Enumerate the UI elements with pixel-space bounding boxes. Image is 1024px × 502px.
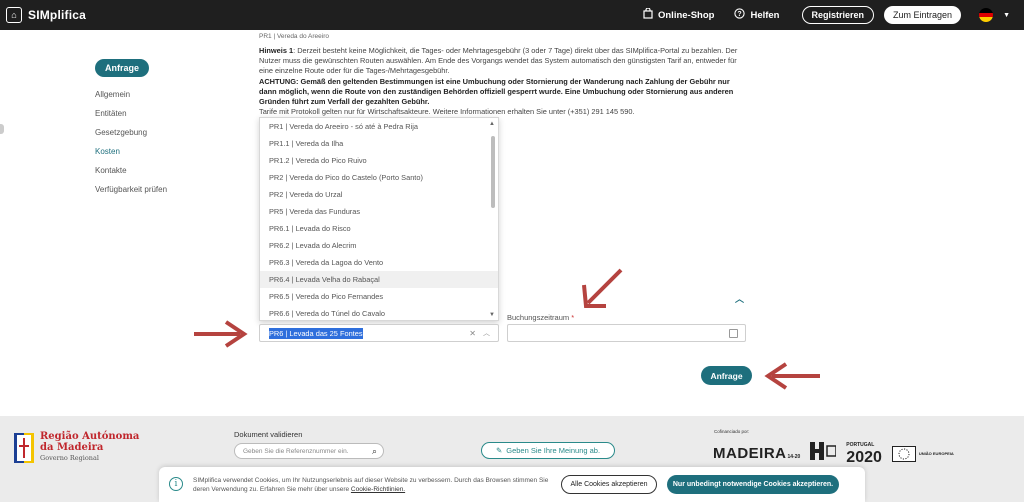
route-option[interactable]: PR2 | Vereda do Urzal [260,186,498,203]
help-icon: ? [734,8,746,22]
regional-government-name: Região Autónoma da Madeira Governo Regio… [40,431,140,462]
logo-text: SIMplifica [28,8,87,22]
login-button[interactable]: Zum Eintragen [884,6,962,24]
cofinanced-label: Cofinanciado por: [714,429,750,434]
register-button[interactable]: Registrieren [801,6,875,24]
scroll-up-icon[interactable]: ▲ [489,121,495,127]
attention-text: ACHTUNG: Gemäß den geltenden Bestimmunge… [259,76,734,107]
info-text-block: PR1 | Vereda do Areeiro Hinweis 1: Derze… [259,33,749,117]
route-option[interactable]: PR6.2 | Levada do Alecrim [260,237,498,254]
hint-text: : Derzeit besteht keine Möglichkeit, die… [259,46,738,76]
dropdown-scrollbar-thumb[interactable] [491,136,495,208]
route-option[interactable]: PR1.2 | Vereda do Pico Ruivo [260,152,498,169]
route-option[interactable]: PR6.1 | Levada do Risco [260,220,498,237]
attention-paragraph: ACHTUNG: Gemäß den geltenden Bestimmunge… [259,77,749,108]
reference-number-input[interactable]: Geben Sie die Referenznummer ein. ⌕ [234,443,384,459]
feedback-label: Geben Sie Ihre Meinung ab. [506,446,601,455]
top-navigation-bar: ⌂ SIMplifica Online-Shop ? Helfen Regist… [0,0,1024,30]
european-union-logo: UNIÃO EUROPEIA [891,445,954,462]
annotation-arrow-down-left-icon [582,268,623,308]
cookie-banner: i SIMplifica verwendet Cookies, um Ihr N… [159,467,865,502]
route-select-input[interactable]: PR6 | Levada das 25 Fontes ✕ ︿ [259,324,499,342]
route-option[interactable]: PR6.3 | Vereda da Lagoa do Vento [260,254,498,271]
sidebar-item-anfrage[interactable]: Anfrage [95,59,150,77]
language-chevron-icon[interactable]: ▼ [1003,12,1010,19]
collapse-chevron-up-icon[interactable]: ︿ [735,292,744,305]
logo-icon: ⌂ [6,7,22,23]
sidebar-item-allgemein[interactable]: Allgemein [95,85,167,104]
scroll-down-icon[interactable]: ▼ [489,312,495,318]
info-icon: i [169,477,183,491]
route-option[interactable]: PR2 | Vereda do Pico do Castelo (Porto S… [260,169,498,186]
shopping-bag-icon [643,7,653,22]
main-content: Anfrage Allgemein Entitäten Gesetzgebung… [0,30,1024,416]
route-option-hovered[interactable]: PR6.4 | Levada Velha do Rabaçal [260,271,498,288]
sidebar-item-entitaeten[interactable]: Entitäten [95,104,167,123]
required-mark: * [571,313,575,322]
route-option[interactable]: PR1 | Vereda do Areeiro - só até à Pedra… [260,118,498,135]
route-option[interactable]: PR1.1 | Vereda da Ilha [260,135,498,152]
sidebar-item-kontakte[interactable]: Kontakte [95,161,167,180]
portugal-2020-logo: PORTUGAL 2020 [846,442,882,466]
sidebar-item-gesetzgebung[interactable]: Gesetzgebung [95,123,167,142]
partial-paragraph: Tarife mit Protokoll gelten nur für Wirt… [259,107,635,117]
hint-label: Hinweis 1 [259,46,294,55]
route-option[interactable]: PR5 | Vereda das Funduras [260,203,498,220]
sidebar-menu: Anfrage Allgemein Entitäten Gesetzgebung… [95,58,167,199]
sidebar-item-verfuegbarkeit[interactable]: Verfügbarkeit prüfen [95,180,167,199]
cookie-text: SIMplifica verwendet Cookies, um Ihr Nut… [193,477,549,493]
help-link[interactable]: ? Helfen [734,8,780,22]
submit-request-button[interactable]: Anfrage [701,366,752,385]
route-option[interactable]: PR6.5 | Vereda do Pico Fernandes [260,288,498,305]
cookie-policy-link[interactable]: Cookie-Richtlinien. [351,486,405,493]
clear-icon[interactable]: ✕ [469,329,476,338]
annotation-arrow-right-icon [194,320,248,348]
route-option[interactable]: PR6.6 | Vereda do Túnel do Cavalo [260,305,498,320]
accept-necessary-cookies-button[interactable]: Nur unbedingt notwendige Cookies akzepti… [667,475,839,494]
svg-text:?: ? [738,11,742,18]
feedback-button[interactable]: ✎ Geben Sie Ihre Meinung ab. [481,442,615,459]
online-shop-label: Online-Shop [657,9,715,21]
funding-logos: MADEIRA 14-20 PORTUGAL 2020 UNIÃO EUROPE… [713,441,954,466]
government-block-logo [810,442,838,465]
validate-document-label: Dokument validieren [234,430,303,439]
booking-period-input[interactable] [507,324,746,342]
madeira-shield-icon [14,432,34,463]
cut-off-line: PR1 | Vereda do Areeiro [259,33,329,40]
hint-paragraph: Hinweis 1: Derzeit besteht keine Möglich… [259,46,749,77]
online-shop-link[interactable]: Online-Shop [643,7,715,22]
madeira-1420-logo: MADEIRA 14-20 [713,445,801,462]
annotation-arrow-left-icon [764,362,820,390]
reference-number-placeholder: Geben Sie die Referenznummer ein. [243,447,349,455]
german-flag-icon[interactable] [979,8,994,22]
site-logo[interactable]: ⌂ SIMplifica [6,7,86,23]
booking-period-label: Buchungszeitraum * [507,313,575,322]
help-label: Helfen [750,9,780,21]
calendar-icon[interactable] [729,329,738,338]
pencil-icon: ✎ [495,446,503,455]
header-actions: Online-Shop ? Helfen Registrieren Zum Ei… [643,0,1010,30]
route-dropdown-list[interactable]: PR1 | Vereda do Areeiro - só até à Pedra… [259,117,499,321]
regional-government-logo[interactable]: Região Autónoma da Madeira Governo Regio… [14,431,139,464]
accept-all-cookies-button[interactable]: Alle Cookies akzeptieren [561,475,657,494]
chevron-up-icon[interactable]: ︿ [483,328,490,338]
route-select-value: PR6 | Levada das 25 Fontes [269,327,363,339]
side-collapse-tab[interactable] [0,124,4,134]
search-icon[interactable]: ⌕ [372,446,377,457]
sidebar-item-kosten[interactable]: Kosten [95,142,167,161]
